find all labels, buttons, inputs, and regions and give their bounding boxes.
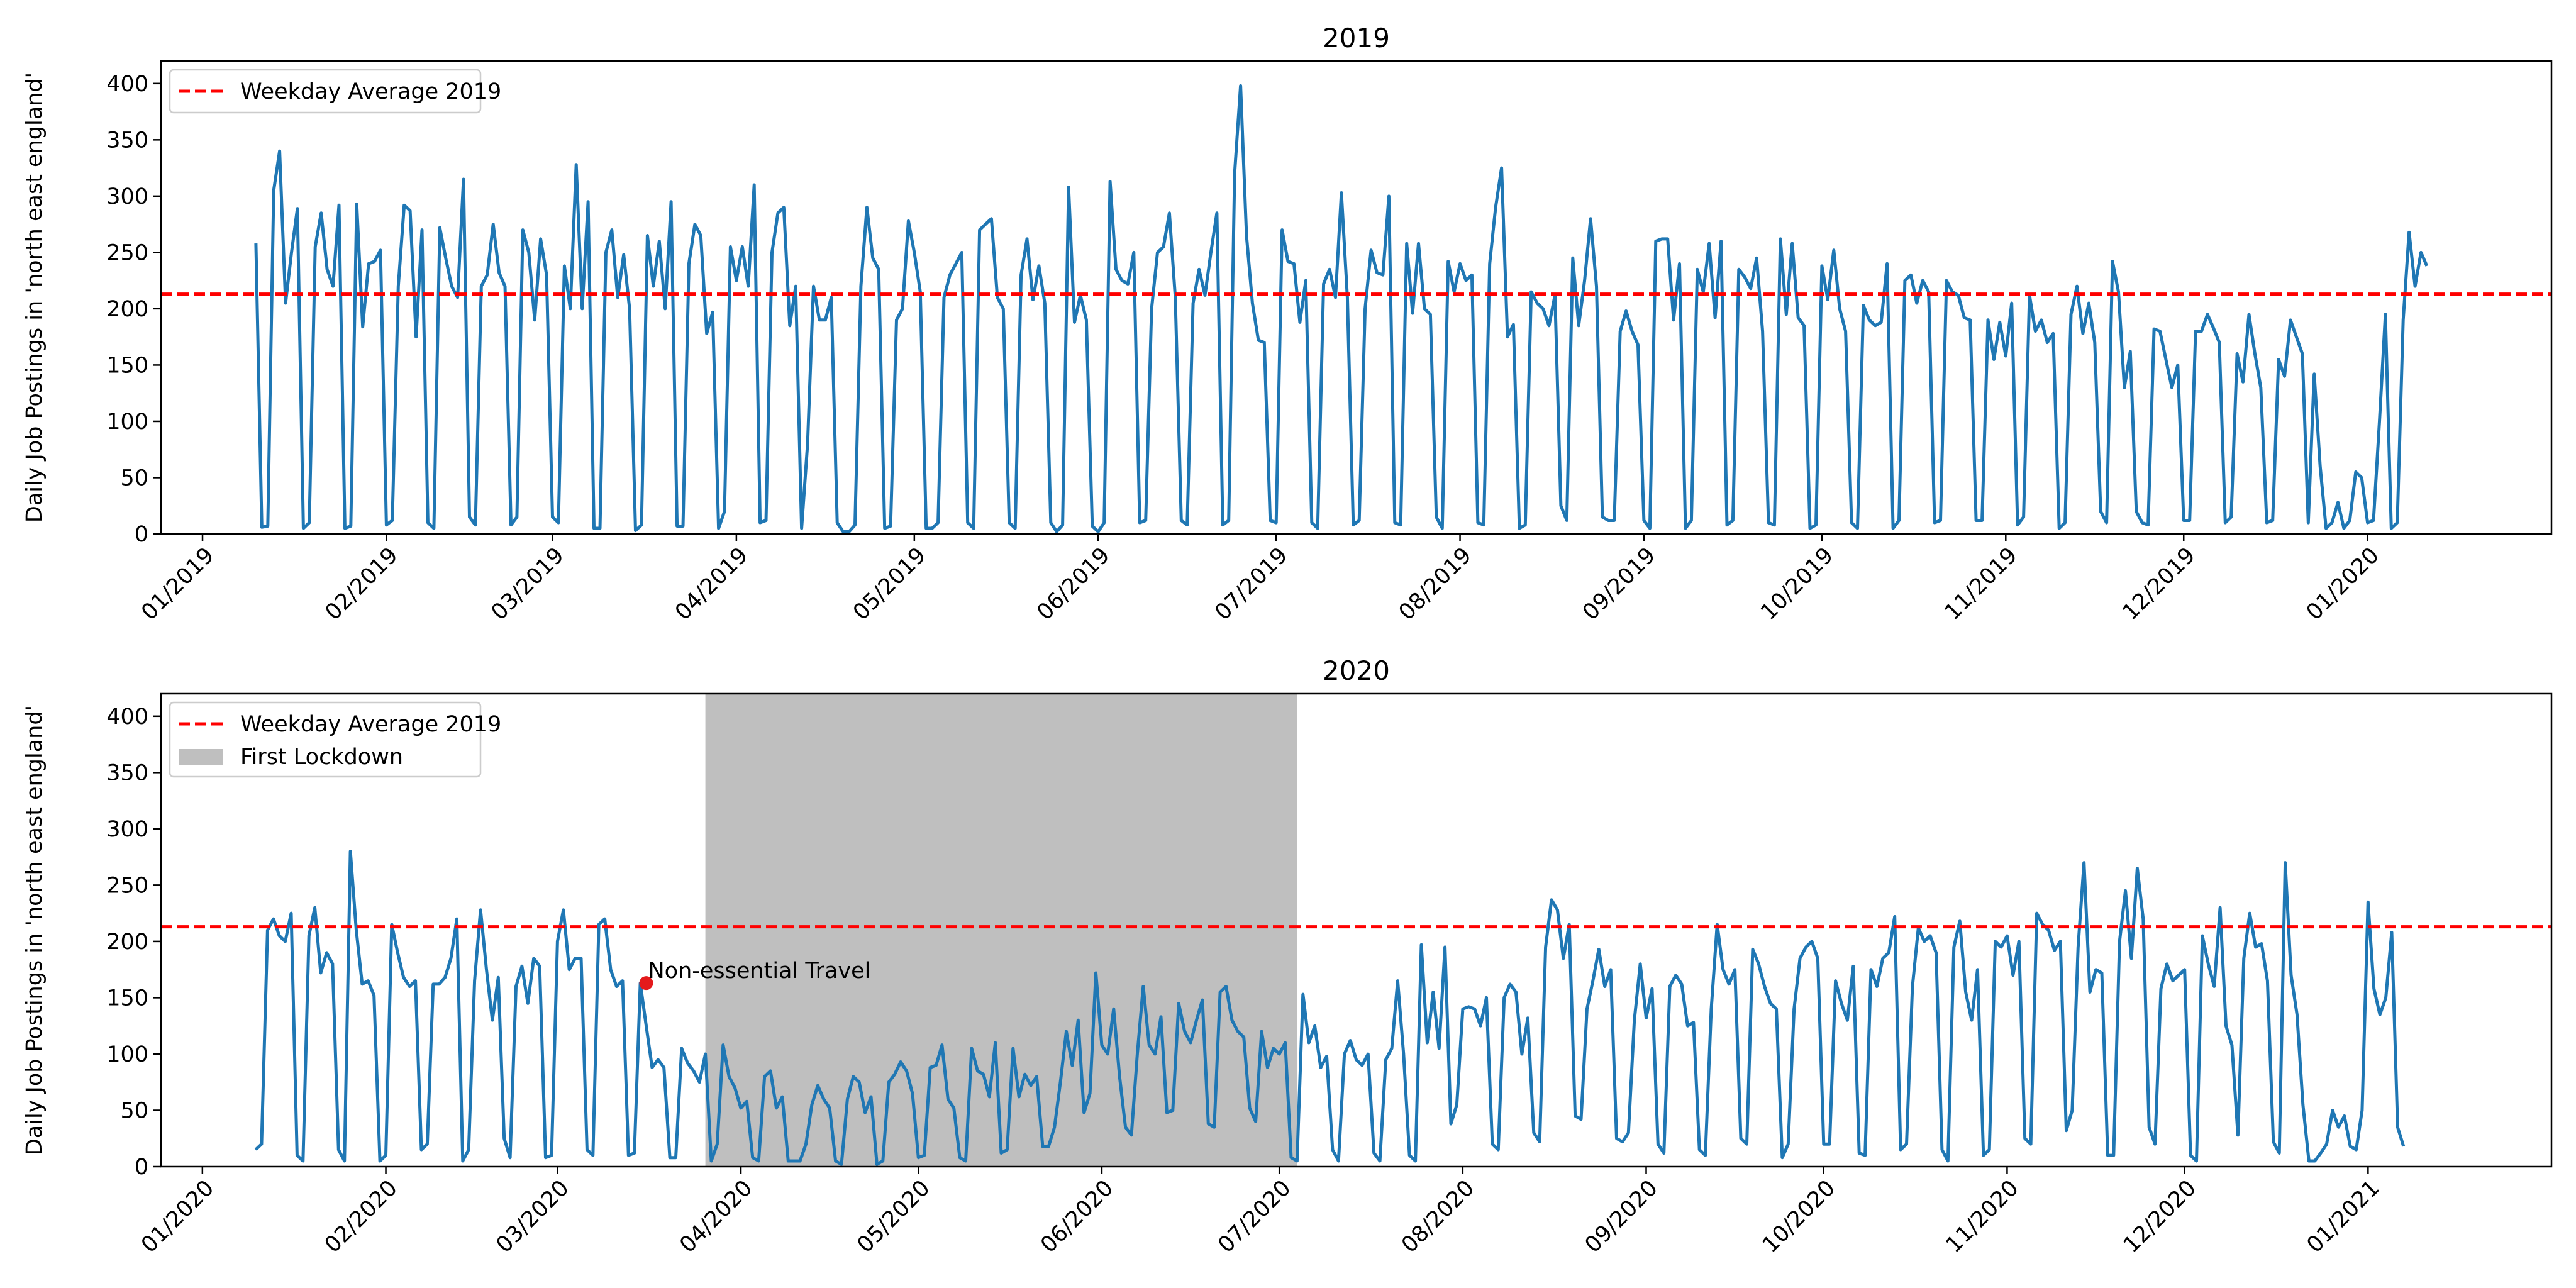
y-tick-label: 300 <box>106 817 148 842</box>
x-tick-label: 02/2019 <box>321 543 403 625</box>
x-tick-label: 01/2020 <box>136 1175 219 1258</box>
x-tick-label: 04/2019 <box>670 543 753 625</box>
y-tick-label: 400 <box>106 704 148 730</box>
axes-frame <box>160 692 2553 1168</box>
x-tick-label: 04/2020 <box>675 1175 757 1258</box>
x-tick-label: 05/2020 <box>853 1175 935 1258</box>
x-tick-label: 11/2020 <box>1941 1175 2024 1258</box>
legend-lockdown-swatch <box>179 749 223 765</box>
x-tick-label: 03/2019 <box>487 543 569 625</box>
x-tick-label: 08/2020 <box>1397 1175 1479 1258</box>
x-tick-label: 01/2019 <box>136 543 219 625</box>
x-tick-label: 02/2020 <box>320 1175 402 1258</box>
y-tick-label: 300 <box>106 184 148 209</box>
y-tick-label: 50 <box>120 1098 148 1123</box>
x-tick-label: 11/2019 <box>1940 543 2023 625</box>
legend-lockdown-label: First Lockdown <box>240 745 403 770</box>
x-tick-label: 06/2020 <box>1036 1175 1118 1258</box>
x-tick-label: 01/2020 <box>2302 543 2384 625</box>
x-tick-label: 03/2020 <box>492 1175 574 1258</box>
chart-panel-2020: Non-essential Travel 0 50 100 150 200 250 300 35… <box>22 655 2553 1258</box>
y-tick-label: 0 <box>135 522 148 547</box>
chart-figure: 05010015020025030035040001/2019 02/2019 03… <box>22 23 2553 1258</box>
x-tick-label: 07/2020 <box>1213 1175 1296 1258</box>
legend-average-label: Weekday Average 2019 <box>240 712 501 737</box>
x-tick-label: 06/2019 <box>1032 543 1114 625</box>
x-tick-label: 08/2019 <box>1394 543 1477 625</box>
y-tick-label: 200 <box>106 930 148 955</box>
panel-title: 2019 <box>1323 23 1390 53</box>
y-axis-label: Daily Job Postings in 'north east englan… <box>22 72 47 523</box>
y-tick-label: 250 <box>106 873 148 898</box>
y-tick-label: 100 <box>106 409 148 435</box>
y-tick-label: 100 <box>106 1042 148 1067</box>
x-tick-label: 12/2020 <box>2119 1175 2201 1258</box>
y-tick-label: 50 <box>120 465 148 491</box>
x-tick-label: 10/2019 <box>1756 543 1838 625</box>
x-tick-label: 12/2019 <box>2118 543 2200 625</box>
y-axis-label: Daily Job Postings in 'north east englan… <box>22 705 47 1155</box>
legend-average-label: Weekday Average 2019 <box>240 79 501 104</box>
x-tick-label: 09/2019 <box>1578 543 1660 625</box>
y-tick-label: 200 <box>106 297 148 322</box>
y-tick-label: 0 <box>135 1155 148 1180</box>
y-tick-label: 250 <box>106 240 148 265</box>
y-tick-label: 350 <box>106 760 148 786</box>
y-tick-label: 150 <box>106 353 148 378</box>
series-line-0 <box>254 84 2429 533</box>
x-tick-label: 05/2019 <box>848 543 931 625</box>
x-tick-label: 09/2020 <box>1580 1175 1663 1258</box>
x-tick-label: 07/2019 <box>1210 543 1292 625</box>
series-line-0 <box>254 850 2406 1166</box>
annotation-label: Non-essential Travel <box>648 958 870 984</box>
x-tick-label: 10/2020 <box>1758 1175 1840 1258</box>
y-tick-label: 150 <box>106 985 148 1011</box>
y-tick-label: 400 <box>106 72 148 97</box>
panel-title: 2020 <box>1323 655 1390 686</box>
x-tick-label: 01/2021 <box>2302 1175 2385 1258</box>
chart-panel-2019: 0 50 100 150 200 250 300 350 400 01/2019 02/2019 03… <box>22 23 2553 625</box>
y-tick-label: 350 <box>106 128 148 153</box>
